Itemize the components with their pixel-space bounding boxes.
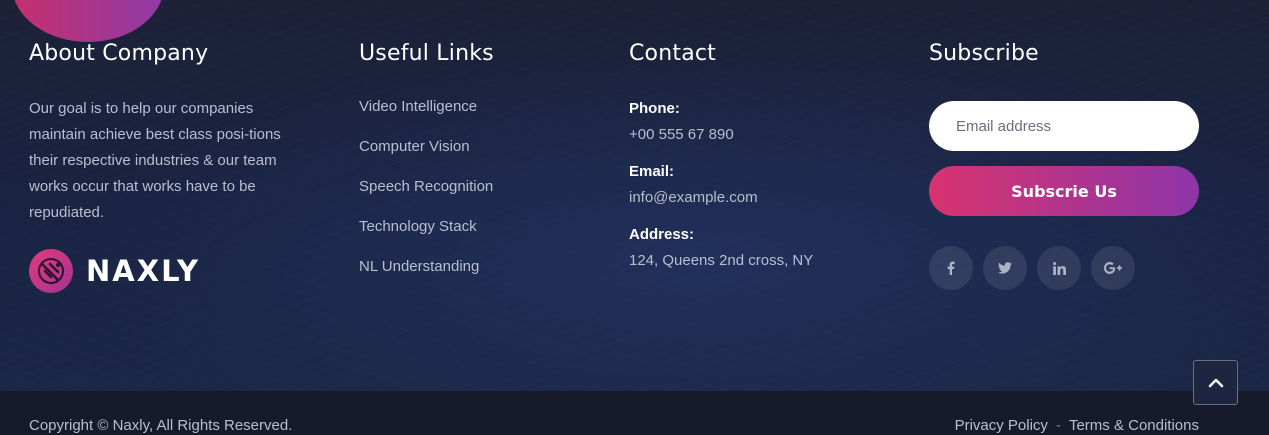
email-label: Email: (629, 163, 675, 180)
chevron-up-icon (1208, 378, 1223, 387)
list-item: Technology Stack (359, 217, 579, 257)
useful-links-column: Useful Links Video Intelligence Computer… (359, 38, 579, 297)
twitter-icon[interactable] (983, 246, 1027, 290)
about-heading: About Company (29, 41, 209, 66)
subscribe-heading: Subscribe (929, 41, 1039, 66)
phone-label: Phone: (629, 100, 680, 117)
about-text: Our goal is to help our companies mainta… (29, 100, 281, 221)
contact-email: Email: info@example.com (629, 159, 889, 211)
logo-text: NAXLY (86, 254, 201, 288)
footer-main: About Company Our goal is to help our co… (0, 0, 1269, 391)
copyright-text: Copyright © Naxly, All Rights Reserved. (29, 417, 293, 434)
google-plus-icon[interactable] (1091, 246, 1135, 290)
link-nl-understanding[interactable]: NL Understanding (359, 258, 479, 275)
link-technology-stack[interactable]: Technology Stack (359, 218, 477, 235)
subscribe-column: Subscribe Subscrie Us (929, 38, 1209, 290)
terms-conditions-link[interactable]: Terms & Conditions (1069, 417, 1199, 434)
list-item: Video Intelligence (359, 97, 579, 137)
contact-heading: Contact (629, 41, 716, 66)
list-item: NL Understanding (359, 257, 579, 297)
contact-address: Address: 124, Queens 2nd cross, NY (629, 222, 889, 274)
footer-bottom-bar: Copyright © Naxly, All Rights Reserved. … (0, 391, 1269, 435)
contact-column: Contact Phone: +00 555 67 890 Email: inf… (629, 38, 889, 285)
useful-links-heading: Useful Links (359, 41, 494, 66)
privacy-policy-link[interactable]: Privacy Policy (955, 417, 1048, 434)
legal-links: Privacy Policy - Terms & Conditions (955, 417, 1199, 434)
social-links (929, 246, 1209, 290)
link-computer-vision[interactable]: Computer Vision (359, 138, 470, 155)
list-item: Speech Recognition (359, 177, 579, 217)
phone-value: +00 555 67 890 (629, 126, 734, 143)
contact-phone: Phone: +00 555 67 890 (629, 96, 889, 148)
subscribe-button[interactable]: Subscrie Us (929, 166, 1199, 216)
legal-separator: - (1055, 417, 1061, 434)
scroll-to-top-button[interactable] (1193, 360, 1238, 405)
address-value: 124, Queens 2nd cross, NY (629, 252, 814, 269)
facebook-icon[interactable] (929, 246, 973, 290)
about-column: About Company Our goal is to help our co… (29, 38, 289, 293)
link-speech-recognition[interactable]: Speech Recognition (359, 178, 493, 195)
logo-mark-icon (29, 249, 73, 293)
logo[interactable]: NAXLY (29, 249, 289, 293)
email-address-input[interactable] (929, 101, 1199, 151)
list-item: Computer Vision (359, 137, 579, 177)
useful-links-list: Video Intelligence Computer Vision Speec… (359, 97, 579, 297)
linkedin-icon[interactable] (1037, 246, 1081, 290)
link-video-intelligence[interactable]: Video Intelligence (359, 98, 477, 115)
email-value: info@example.com (629, 189, 758, 206)
address-label: Address: (629, 226, 695, 243)
